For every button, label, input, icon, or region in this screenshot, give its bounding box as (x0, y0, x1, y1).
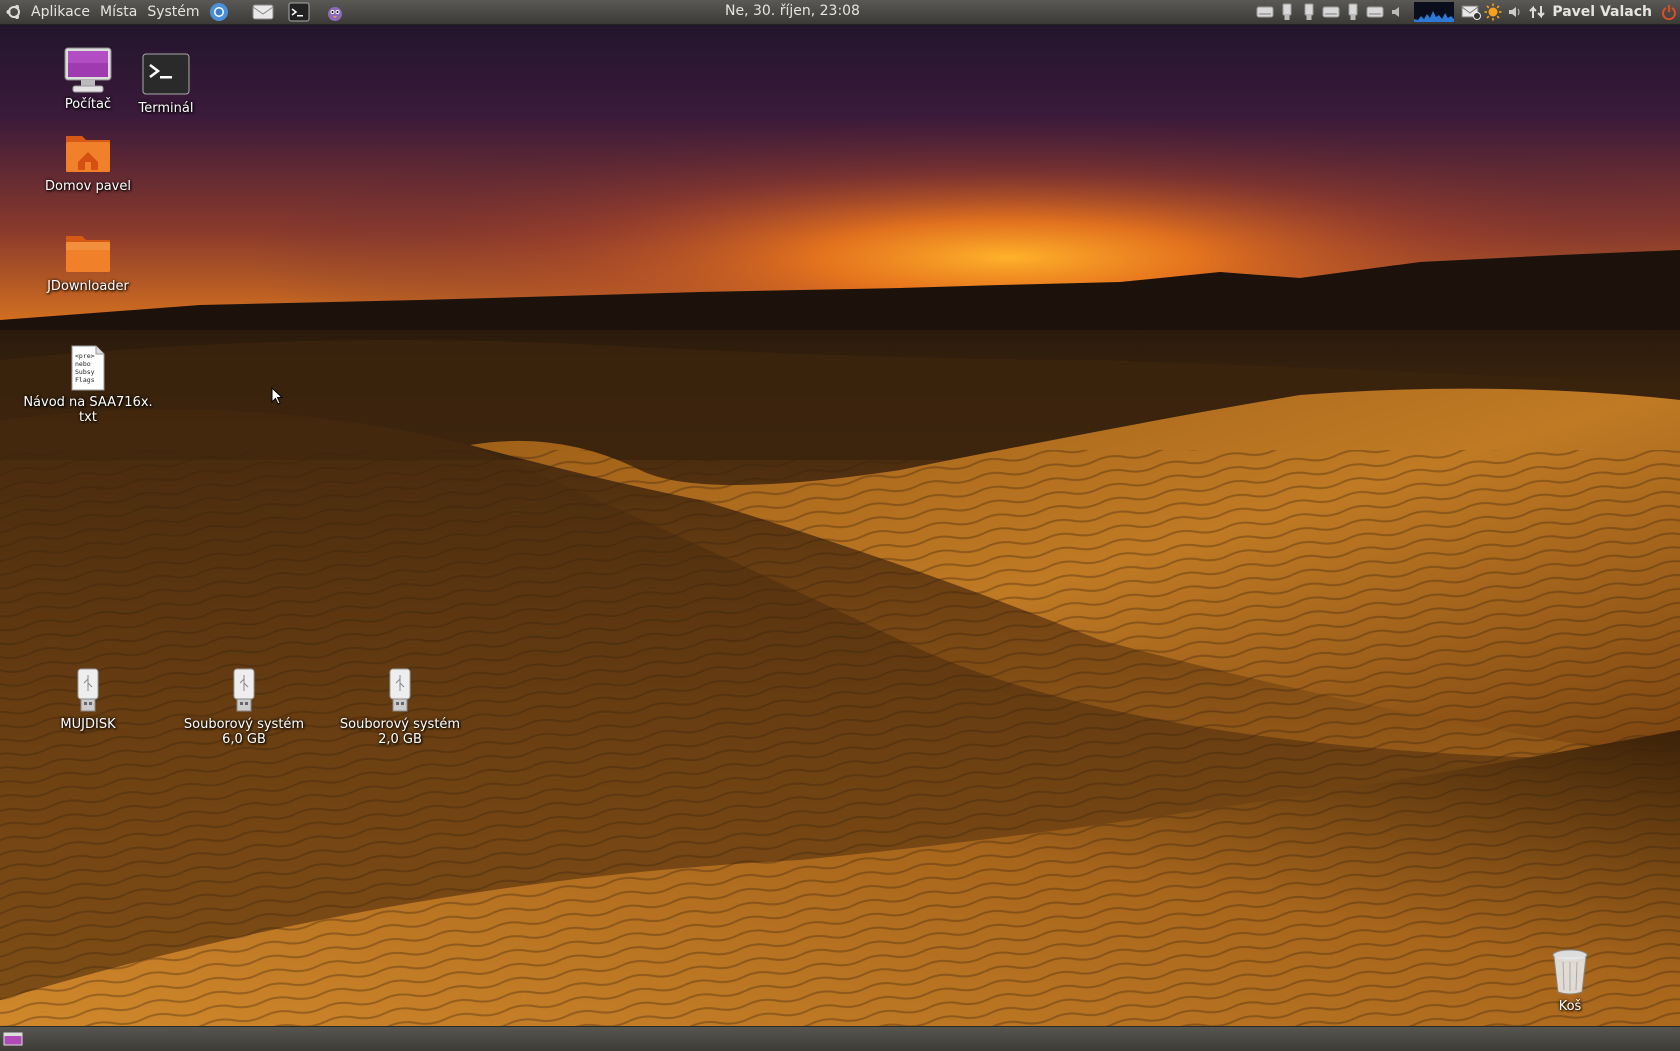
svg-text:Flags: Flags (75, 376, 95, 384)
menu-applications[interactable]: Aplikace (26, 0, 95, 24)
desktop-icon-label: Návod na SAA716x. txt (23, 395, 153, 425)
folder-icon (62, 226, 114, 278)
desktop-icon-label: MUJDISK (60, 717, 116, 732)
desktop-icon-terminal[interactable]: Terminál (96, 48, 236, 116)
menu-system[interactable]: Systém (142, 0, 204, 24)
desktop-icon-jdownloader[interactable]: JDownloader (18, 226, 158, 294)
usb-drive-icon (218, 664, 270, 716)
top-panel: Aplikace Místa Systém Ne, 30. říjen, 23:… (0, 0, 1680, 25)
speaker-icon[interactable] (1386, 0, 1408, 24)
show-desktop-icon[interactable] (2, 1030, 24, 1048)
mail-icon[interactable] (251, 0, 275, 24)
network-icon[interactable] (1526, 0, 1548, 24)
text-file-icon: <pre> nebo Subsy Flags (62, 342, 114, 394)
volume-icon[interactable] (1504, 0, 1526, 24)
usb-drive-icon (374, 664, 426, 716)
usb-mount-icon[interactable] (1342, 0, 1364, 24)
system-monitor-graph[interactable] (1414, 2, 1455, 22)
usb-drive-icon (62, 664, 114, 716)
user-menu[interactable]: Pavel Valach (1548, 0, 1658, 24)
system-tray: Pavel Valach (1254, 0, 1680, 24)
drive-mount-icon[interactable] (1320, 0, 1342, 24)
terminal-icon[interactable] (287, 0, 311, 24)
svg-text:Subsy: Subsy (75, 368, 95, 376)
usb-mount-icon[interactable] (1298, 0, 1320, 24)
desktop-icon-trash[interactable]: Koš (1500, 946, 1640, 1014)
desktop-icon-label: Domov pavel (45, 179, 131, 194)
chromium-icon[interactable] (207, 0, 231, 24)
weather-sun-icon[interactable] (1482, 0, 1504, 24)
ubuntu-logo-icon[interactable] (2, 0, 26, 24)
home-folder-icon (62, 126, 114, 178)
desktop-icon-home[interactable]: Domov pavel (18, 126, 158, 194)
desktop-icon-label: Koš (1558, 999, 1582, 1014)
desktop-icon-usb-2gb[interactable]: Souborový systém 2,0 GB (330, 664, 470, 747)
menu-places[interactable]: Místa (95, 0, 142, 24)
desktop-icon-text-file[interactable]: <pre> nebo Subsy Flags Návod na SAA716x.… (18, 342, 158, 425)
desktop-icon-label: Terminál (138, 101, 194, 116)
panel-clock[interactable]: Ne, 30. říjen, 23:08 (725, 0, 860, 22)
svg-text:nebo: nebo (75, 360, 91, 368)
terminal-icon (140, 48, 192, 100)
drive-mount-icon[interactable] (1364, 0, 1386, 24)
drive-mount-icon[interactable] (1254, 0, 1276, 24)
mouse-cursor-icon (271, 387, 283, 405)
desktop-icon-usb-6gb[interactable]: Souborový systém 6,0 GB (174, 664, 314, 747)
trash-icon (1544, 946, 1596, 998)
desktop-wallpaper (0, 0, 1680, 1050)
mail-notification-icon[interactable] (1460, 0, 1482, 24)
panel-menus: Aplikace Místa Systém (0, 0, 353, 24)
desktop-icon-label: Souborový systém 2,0 GB (339, 717, 461, 747)
usb-mount-icon[interactable] (1276, 0, 1298, 24)
svg-text:<pre>: <pre> (75, 352, 95, 360)
bottom-panel (0, 1026, 1680, 1051)
desktop-icon-label: JDownloader (47, 279, 129, 294)
power-icon[interactable] (1658, 0, 1680, 24)
desktop-icon-usb-mujdisk[interactable]: MUJDISK (18, 664, 158, 732)
desktop-icon-label: Souborový systém 6,0 GB (183, 717, 305, 747)
pidgin-icon[interactable] (323, 0, 347, 24)
